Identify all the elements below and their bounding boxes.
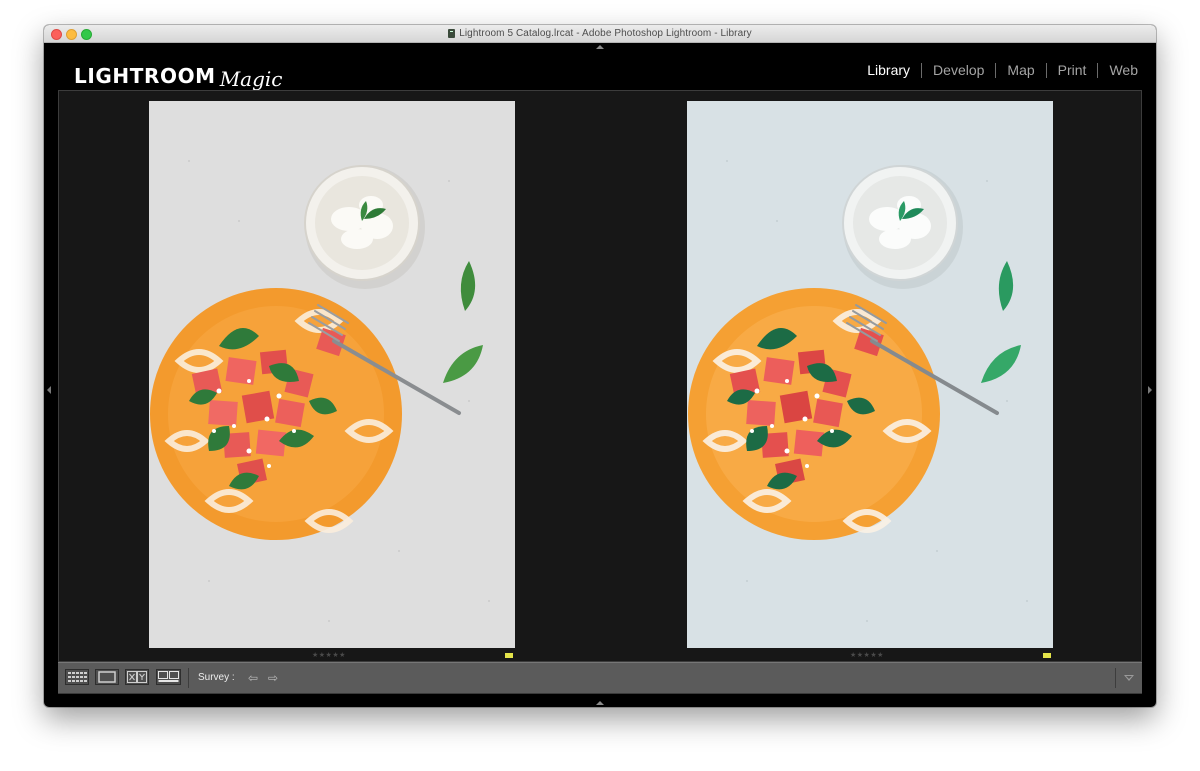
top-panel-toggle-icon[interactable] <box>596 45 604 49</box>
compare-view-icon <box>127 671 147 683</box>
bottom-panel-toggle-icon[interactable] <box>596 701 604 705</box>
compare-view-button[interactable] <box>125 669 149 685</box>
watermelon-salad-photo <box>149 101 515 648</box>
loupe-view-icon <box>98 671 116 683</box>
brand-name: LIGHTROOM <box>74 64 216 88</box>
color-label-flag[interactable] <box>505 653 513 658</box>
toolbar-divider <box>1115 668 1116 688</box>
previous-photo-arrow-icon[interactable]: ⇦ <box>248 671 258 685</box>
survey-view-button[interactable] <box>156 669 181 685</box>
module-picker: Library Develop Map Print Web <box>867 62 1138 78</box>
survey-view-area: ★★★★★ ★★★★★ <box>58 90 1142 662</box>
rating-stars[interactable]: ★★★★★ <box>850 651 884 659</box>
next-photo-arrow-icon[interactable]: ⇨ <box>268 671 278 685</box>
bottom-toolbar: Survey : ⇦ ⇨ <box>58 662 1142 694</box>
module-divider <box>921 62 923 78</box>
grid-view-button[interactable] <box>65 669 89 685</box>
survey-view-icon <box>158 671 179 682</box>
window-title: Lightroom 5 Catalog.lrcat - Adobe Photos… <box>459 28 752 39</box>
catalog-document-icon <box>448 29 456 38</box>
rating-stars[interactable]: ★★★★★ <box>312 651 346 659</box>
module-divider <box>1097 62 1099 78</box>
photo-candidate-1[interactable] <box>149 101 515 648</box>
view-mode-label: Survey : <box>198 672 235 683</box>
left-panel-toggle-icon[interactable] <box>47 386 51 394</box>
title-bar[interactable]: Lightroom 5 Catalog.lrcat - Adobe Photos… <box>44 25 1156 43</box>
window-title-group: Lightroom 5 Catalog.lrcat - Adobe Photos… <box>44 25 1156 42</box>
module-develop[interactable]: Develop <box>933 62 984 78</box>
module-library[interactable]: Library <box>867 62 910 78</box>
module-divider <box>995 62 997 78</box>
grid-view-icon <box>68 672 87 682</box>
loupe-view-button[interactable] <box>95 669 119 685</box>
lightroom-window: Lightroom 5 Catalog.lrcat - Adobe Photos… <box>44 25 1156 707</box>
module-divider <box>1045 62 1047 78</box>
color-label-flag[interactable] <box>1043 653 1051 658</box>
module-print[interactable]: Print <box>1058 62 1087 78</box>
module-web[interactable]: Web <box>1109 62 1138 78</box>
toolbar-content-menu-icon[interactable] <box>1124 675 1134 681</box>
identity-plate: LIGHTROOM Magic <box>74 57 283 91</box>
right-panel-toggle-icon[interactable] <box>1148 386 1152 394</box>
watermelon-salad-photo-edited <box>687 101 1053 648</box>
brand-script: Magic <box>219 67 283 91</box>
toolbar-divider <box>188 668 189 688</box>
photo-candidate-2[interactable] <box>687 101 1053 648</box>
module-map[interactable]: Map <box>1007 62 1034 78</box>
